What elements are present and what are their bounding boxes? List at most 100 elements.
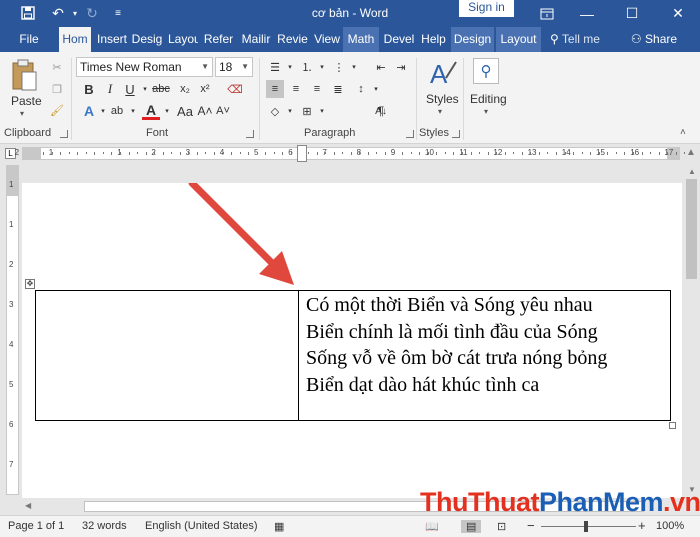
ruler-tick [248, 152, 250, 155]
subscript-icon[interactable]: x₂ [176, 80, 194, 98]
paste-dropdown-icon[interactable]: ▾ [20, 109, 24, 118]
paste-button[interactable] [10, 58, 40, 98]
zoom-slider-thumb[interactable] [584, 521, 588, 532]
zoom-out-icon[interactable]: − [527, 518, 535, 533]
editing-button[interactable]: Editing [470, 92, 507, 106]
numbering-dropdown-icon[interactable]: ▾ [313, 58, 331, 76]
accessibility-icon[interactable]: ▦ [274, 520, 284, 533]
justify-icon[interactable]: ≣ [329, 80, 347, 98]
zoom-level[interactable]: 100% [656, 520, 684, 532]
borders-dropdown-icon[interactable]: ▾ [313, 102, 331, 120]
word-count[interactable]: 32 words [82, 520, 127, 532]
cut-icon[interactable]: ✂ [48, 58, 66, 76]
editing-dropdown-icon[interactable]: ▾ [484, 107, 488, 116]
title-bar: ↶ ▾ ↻ ≡ cơ bản - Word Sign in — ☐ ✕ [0, 0, 700, 27]
vruler-number: 1 [9, 220, 14, 229]
ruler-tick [675, 152, 677, 155]
show-formatting-icon[interactable]: ¶ [372, 102, 390, 120]
tab-table-layout[interactable]: Layout [496, 27, 541, 52]
tab-math[interactable]: Math [343, 27, 379, 52]
ruler-tick [376, 152, 378, 154]
ruler-tick [239, 152, 241, 154]
tab-home[interactable]: Hom [59, 27, 91, 52]
ruler-tick [650, 152, 652, 154]
vertical-scroll-thumb[interactable] [686, 179, 697, 279]
bullets-dropdown-icon[interactable]: ▾ [281, 58, 299, 76]
vertical-ruler[interactable]: 1 1 2 3 4 5 6 7 [6, 165, 19, 495]
ruler-tick [51, 152, 53, 154]
tab-review[interactable]: Revie [276, 27, 309, 52]
vertical-scrollbar[interactable]: ▲ ▼ [683, 165, 700, 498]
tell-me-box[interactable]: ⚲ Tell me [548, 27, 618, 52]
align-center-icon[interactable]: ≡ [287, 80, 305, 98]
clipboard-launcher-icon[interactable] [60, 130, 68, 138]
document-area[interactable]: ✥ Có một thời Biển và Sóng yêu nhau Biển… [22, 165, 682, 498]
horizontal-ruler[interactable]: 211234567891011121314151617 [15, 145, 686, 162]
italic-icon[interactable]: I [101, 80, 119, 98]
share-button[interactable]: ⚇ Share [628, 27, 680, 52]
highlight-dropdown-icon[interactable]: ▾ [124, 102, 142, 120]
strikethrough-icon[interactable]: abc [152, 80, 170, 98]
decrease-indent-icon[interactable]: ⇤ [372, 58, 390, 76]
clear-formatting-icon[interactable]: ⌫ [226, 80, 244, 98]
tab-design[interactable]: Desig [131, 27, 163, 52]
tab-insert[interactable]: Insert [95, 27, 129, 52]
ruler-number: 10 [425, 148, 434, 157]
person-icon: ⚇ [630, 32, 642, 46]
font-size-combo[interactable]: 18 ▼ [215, 57, 253, 77]
ruler-tick [111, 152, 113, 155]
ruler-tick [590, 152, 592, 155]
zoom-in-icon[interactable]: + [638, 518, 646, 533]
font-name-combo[interactable]: Times New Roman ▼ [76, 57, 213, 77]
align-right-icon[interactable]: ≡ [308, 80, 326, 98]
web-layout-icon[interactable]: ⊡ [497, 520, 506, 533]
page-count[interactable]: Page 1 of 1 [8, 520, 64, 532]
collapse-ribbon-icon[interactable]: ˄ [680, 127, 686, 138]
tab-help[interactable]: Help [418, 27, 449, 52]
increase-indent-icon[interactable]: ⇥ [392, 58, 410, 76]
line-spacing-dropdown-icon[interactable]: ▾ [367, 80, 385, 98]
change-case-icon[interactable]: Aa [176, 102, 194, 120]
tab-view[interactable]: View [312, 27, 342, 52]
sign-in-button[interactable]: Sign in [459, 0, 514, 17]
shading-dropdown-icon[interactable]: ▾ [281, 102, 299, 120]
minimize-button[interactable]: — [567, 0, 607, 27]
tab-mailings[interactable]: Mailir [240, 27, 272, 52]
styles-button[interactable]: A [426, 58, 458, 89]
styles-launcher-icon[interactable] [452, 130, 460, 138]
scroll-up-icon[interactable]: ▲ [688, 167, 696, 176]
format-painter-icon[interactable]: 🖌 [48, 101, 66, 119]
font-color-dropdown-icon[interactable]: ▾ [158, 102, 176, 120]
status-bar: Page 1 of 1 32 words English (United Sta… [0, 515, 700, 537]
multilevel-dropdown-icon[interactable]: ▾ [345, 58, 363, 76]
tab-developer[interactable]: Devel [382, 27, 416, 52]
font-launcher-icon[interactable] [246, 130, 254, 138]
tab-file[interactable]: File [12, 27, 46, 52]
ruler-number: 13 [527, 148, 537, 157]
tab-table-design[interactable]: Design [451, 27, 494, 52]
tab-references[interactable]: Refer [202, 27, 235, 52]
column-marker-icon[interactable] [297, 145, 307, 162]
scroll-left-icon[interactable]: ◀ [25, 501, 31, 510]
vruler-number: 7 [9, 460, 14, 469]
shrink-font-icon[interactable]: A˅ [214, 102, 232, 120]
restore-button[interactable]: ☐ [612, 0, 652, 27]
ribbon-display-options-icon[interactable] [527, 0, 567, 27]
magnifier-icon[interactable]: ⚲ [473, 58, 499, 84]
zoom-slider-track[interactable] [541, 526, 636, 527]
read-mode-icon[interactable]: 📖 [425, 520, 439, 533]
ruler-tick [60, 152, 62, 155]
ruler-toggle-icon[interactable]: ▲ [686, 147, 696, 158]
document-page[interactable]: ✥ Có một thời Biển và Sóng yêu nhau Biển… [22, 183, 682, 498]
print-layout-icon[interactable]: ▤ [461, 520, 482, 533]
grow-font-icon[interactable]: A˄ [196, 102, 214, 120]
paragraph-launcher-icon[interactable] [406, 130, 414, 138]
copy-icon[interactable]: ❐ [48, 80, 66, 98]
tab-layout[interactable]: Layou [168, 27, 198, 52]
align-left-icon[interactable]: ≡ [266, 80, 284, 98]
language-status[interactable]: English (United States) [145, 520, 258, 532]
styles-dropdown-icon[interactable]: ▾ [438, 107, 442, 116]
close-button[interactable]: ✕ [658, 0, 698, 27]
superscript-icon[interactable]: x² [196, 80, 214, 98]
bold-icon[interactable]: B [80, 80, 98, 98]
